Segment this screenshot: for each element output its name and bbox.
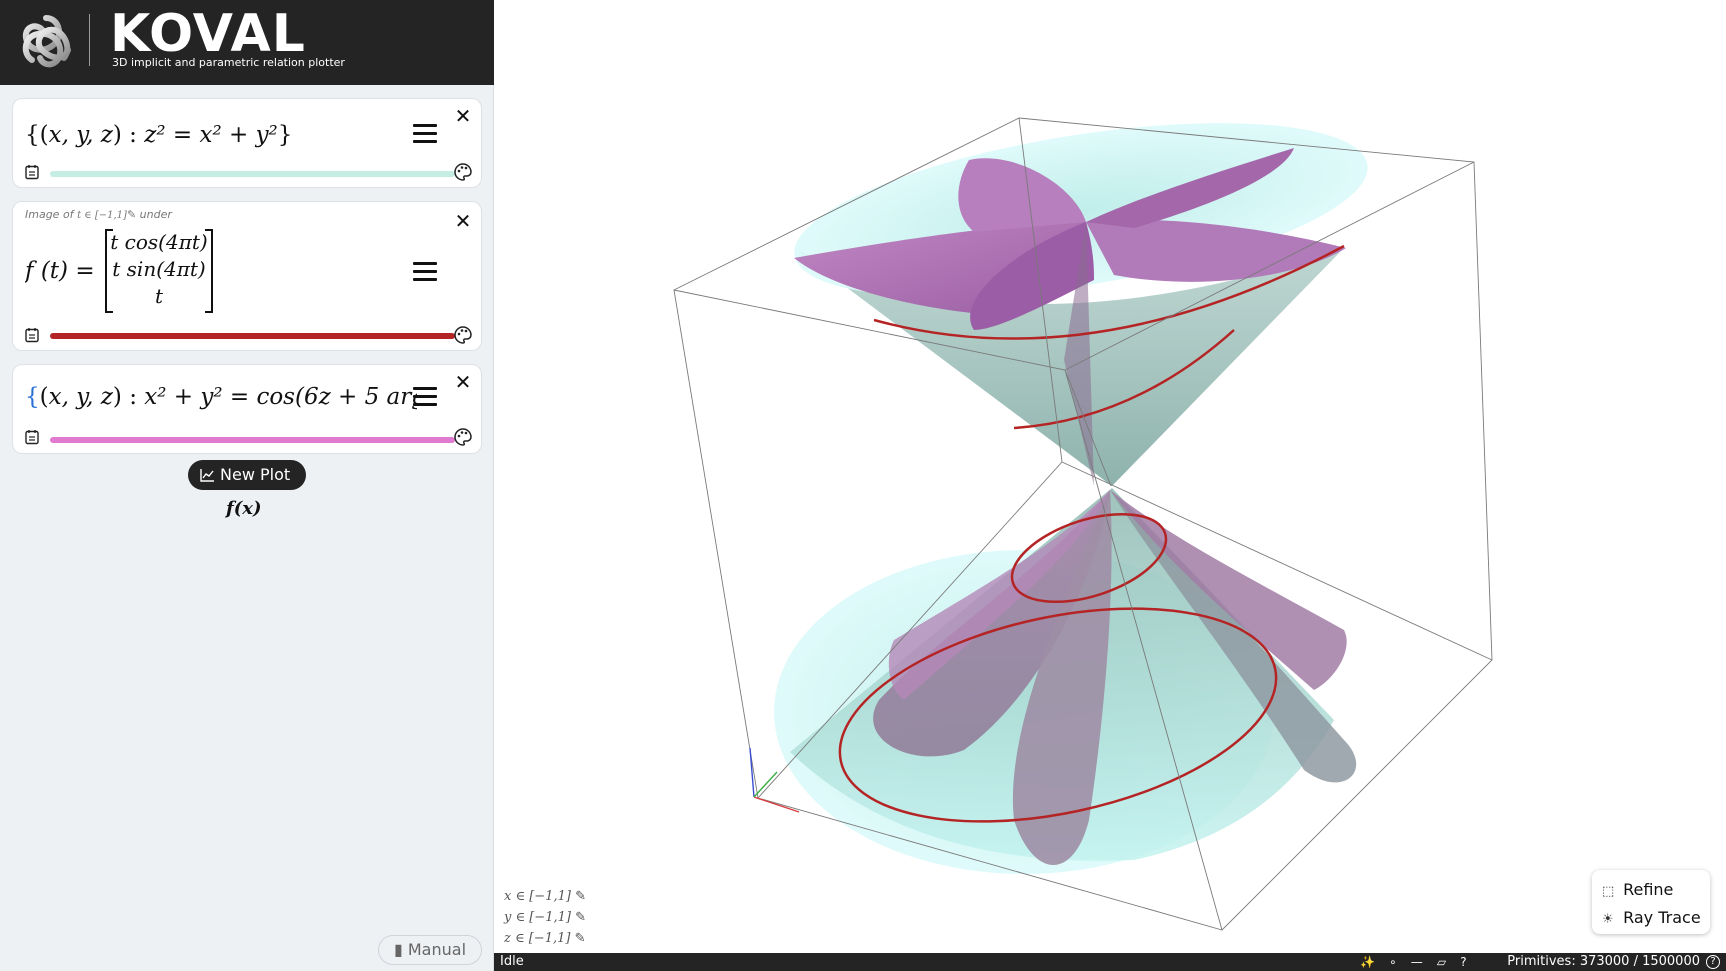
function-mode-toggle[interactable]: f(x) — [226, 498, 262, 519]
sidebar: KOVAL 3D implicit and parametric relatio… — [0, 0, 494, 971]
parametric-vector[interactable]: t cos(4πt) t sin(4πt) t — [105, 229, 213, 313]
manual-button[interactable]: ▮ Manual — [378, 935, 482, 965]
help-icon[interactable]: ? — [1460, 953, 1466, 971]
plot-viewport[interactable]: x ∈ [−1,1] ✎ y ∈ [−1,1] ✎ z ∈ [−1,1] ✎ ⬚… — [494, 0, 1726, 953]
palette-icon[interactable] — [453, 325, 473, 345]
app-header: KOVAL 3D implicit and parametric relatio… — [0, 0, 494, 85]
hamburger-menu-icon[interactable] — [413, 124, 437, 146]
primitives-counter: Primitives: 373000 / 1500000 — [1507, 954, 1700, 969]
dashed-square-icon: ⬚ — [1602, 884, 1615, 899]
status-toolbar: ✨ ∘ — ▱ ? — [1360, 953, 1477, 971]
parameter-range[interactable]: t ∈ [−1,1] — [77, 210, 127, 221]
notes-icon[interactable] — [24, 164, 40, 180]
refine-label: Refine — [1623, 880, 1674, 899]
parametric-lhs[interactable]: f (t) = — [25, 255, 105, 287]
z-range-text: z ∈ [−1,1] — [504, 931, 571, 946]
y-range[interactable]: y ∈ [−1,1] ✎ — [504, 907, 586, 928]
plot-equation-text: x² + y² = cos(6z + 5 arg(x + — [144, 384, 417, 410]
plot-color-bar[interactable] — [50, 171, 455, 177]
remove-plot-button[interactable]: ✕ — [454, 211, 472, 231]
point-icon[interactable]: ∘ — [1389, 953, 1397, 971]
status-bar: Idle ✨ ∘ — ▱ ? Primitives: 373000 / 1500… — [494, 953, 1726, 971]
palette-icon[interactable] — [453, 162, 473, 182]
magic-wand-icon[interactable]: ✨ — [1360, 953, 1375, 971]
3d-scene[interactable] — [494, 0, 1726, 953]
plot-equation[interactable]: {(x, y, z) : z² = x² + y²} — [25, 117, 355, 153]
vector-row: t cos(4πt) — [110, 230, 208, 254]
refine-option[interactable]: ⬚ Refine — [1602, 877, 1700, 905]
notes-icon[interactable] — [24, 327, 40, 343]
edit-pencil-icon[interactable]: ✎ — [575, 910, 586, 925]
plot-equation[interactable]: {(x, y, z) : x² + y² = cos(6z + 5 arg(x … — [25, 379, 417, 415]
book-icon: ▮ — [393, 940, 403, 959]
line-chart-icon — [200, 469, 214, 482]
image-label-prefix: Image of — [25, 208, 74, 221]
x-range-text: x ∈ [−1,1] — [504, 889, 571, 904]
new-plot-button[interactable]: New Plot — [188, 460, 306, 490]
axis-ranges: x ∈ [−1,1] ✎ y ∈ [−1,1] ✎ z ∈ [−1,1] ✎ — [504, 886, 586, 949]
notes-icon[interactable] — [24, 429, 40, 445]
plot-color-bar[interactable] — [50, 437, 455, 443]
edit-pencil-icon[interactable]: ✎ — [575, 889, 586, 904]
vector-row: t — [154, 284, 164, 308]
render-options-menu: ⬚ Refine ☀ Ray Trace — [1592, 870, 1710, 934]
app-subtitle: 3D implicit and parametric relation plot… — [112, 56, 345, 69]
plot-card: Image of t ∈ [−1,1]✎ under ✕ f (t) = t c… — [12, 201, 482, 351]
vector-row: t sin(4πt) — [112, 257, 206, 281]
help-icon[interactable]: ? — [1706, 955, 1720, 969]
palette-icon[interactable] — [453, 427, 473, 447]
parallelogram-icon[interactable]: ▱ — [1437, 953, 1446, 971]
plot-card: ✕ {(x, y, z) : x² + y² = cos(6z + 5 arg(… — [12, 364, 482, 454]
manual-label: Manual — [407, 940, 467, 959]
remove-plot-button[interactable]: ✕ — [454, 372, 472, 392]
edit-pencil-icon[interactable]: ✎ — [127, 208, 136, 221]
image-label-suffix: under — [139, 208, 172, 221]
hamburger-menu-icon[interactable] — [413, 262, 437, 284]
y-range-text: y ∈ [−1,1] — [504, 910, 571, 925]
parametric-domain-label: Image of t ∈ [−1,1]✎ under — [25, 208, 172, 221]
ray-trace-label: Ray Trace — [1623, 908, 1701, 927]
status-text: Idle — [500, 954, 524, 969]
x-range[interactable]: x ∈ [−1,1] ✎ — [504, 886, 586, 907]
sun-icon: ☀ — [1602, 912, 1614, 927]
remove-plot-button[interactable]: ✕ — [454, 106, 472, 126]
ray-trace-option[interactable]: ☀ Ray Trace — [1602, 905, 1701, 933]
plot-color-bar[interactable] — [50, 333, 455, 339]
plot-card: ✕ {(x, y, z) : z² = x² + y²} — [12, 98, 482, 188]
header-divider — [89, 14, 90, 66]
z-range[interactable]: z ∈ [−1,1] ✎ — [504, 928, 586, 949]
line-icon[interactable]: — — [1411, 953, 1423, 971]
hamburger-menu-icon[interactable] — [413, 387, 437, 409]
edit-pencil-icon[interactable]: ✎ — [575, 931, 586, 946]
new-plot-label: New Plot — [220, 465, 291, 484]
trefoil-knot-logo-icon — [22, 15, 71, 68]
plot-equation-text: z² = x² + y² — [144, 122, 278, 148]
